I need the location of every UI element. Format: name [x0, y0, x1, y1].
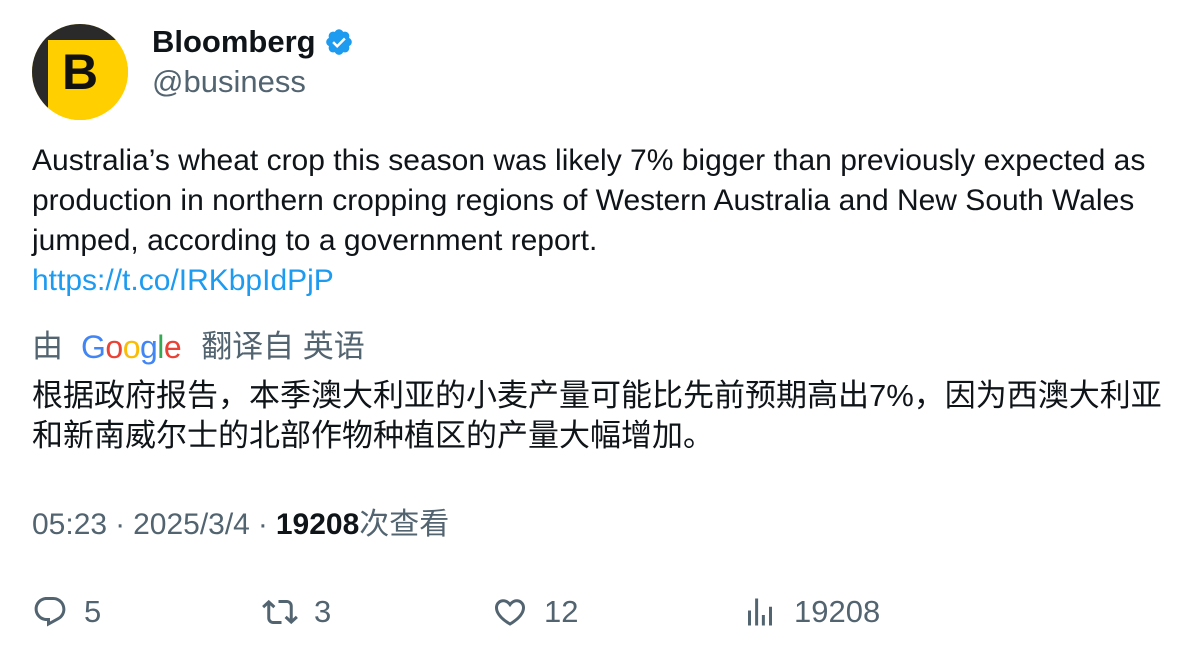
analytics-icon — [748, 598, 772, 626]
views-count: 19208 — [275, 508, 360, 541]
reply-button[interactable]: 5 — [32, 590, 101, 634]
retweet-icon — [262, 599, 298, 625]
tweet-time[interactable]: 05:23 — [32, 505, 107, 545]
reply-icon — [34, 597, 66, 627]
like-button[interactable]: 12 — [492, 590, 578, 634]
author-handle[interactable]: @business — [152, 62, 306, 102]
avatar-shade-top — [32, 24, 128, 40]
avatar[interactable]: B — [32, 24, 128, 120]
tweet-text: Australia’s wheat crop this season was l… — [32, 144, 1146, 257]
tweet-body: Australia’s wheat crop this season was l… — [32, 141, 1162, 301]
retweet-button[interactable]: 3 — [262, 590, 331, 634]
translation-source-label[interactable]: 翻译自 英语 — [201, 327, 365, 367]
translation-prefix: 由 — [32, 329, 63, 364]
author-name-row: Bloomberg — [152, 22, 354, 62]
avatar-letter: B — [62, 44, 99, 100]
translation-attribution: 由 Google 翻译自 英语 — [32, 327, 365, 367]
views-button[interactable]: 19208 — [742, 590, 880, 634]
meta-separator: · — [115, 508, 126, 541]
like-count: 12 — [544, 594, 579, 629]
author-name[interactable]: Bloomberg — [152, 22, 316, 62]
google-logo: Google — [81, 329, 182, 365]
verified-badge-icon — [325, 29, 352, 55]
retweet-count: 3 — [314, 594, 332, 629]
views-label: 次查看 — [359, 508, 450, 541]
heart-icon — [494, 599, 526, 626]
action-bar: 5 3 12 19208 — [0, 590, 1196, 634]
translated-text: 根据政府报告，本季澳大利亚的小麦产量可能比先前预期高出7%，因为西澳大利亚和新南… — [32, 378, 1162, 453]
tweet-link[interactable]: https://t.co/IRKbpIdPjP — [32, 261, 1162, 301]
reply-count: 5 — [84, 594, 102, 629]
tweet-date[interactable]: 2025/3/4 — [133, 505, 250, 545]
views-action-count: 19208 — [794, 594, 881, 629]
meta-separator: · — [257, 508, 268, 541]
tweet-meta: 05:23 · 2025/3/4 · 19208 次查看 — [32, 505, 449, 545]
